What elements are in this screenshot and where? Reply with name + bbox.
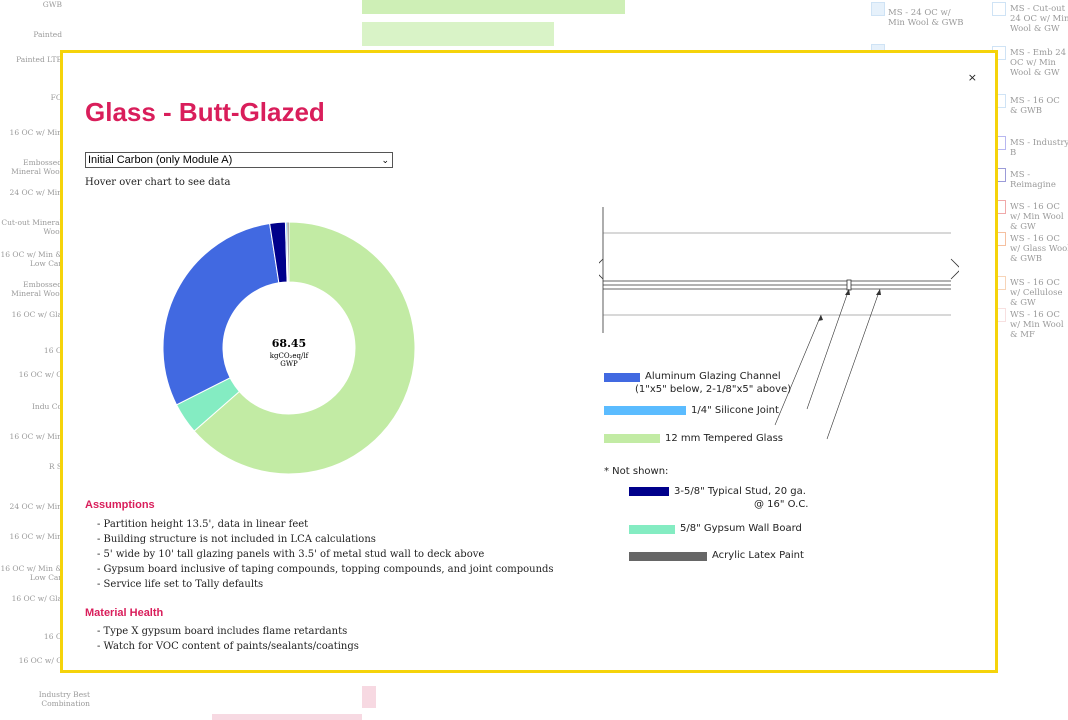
bg-row-label: 16 O — [43, 632, 62, 641]
bg-row-label: 16 OC w/ Gla — [11, 594, 62, 603]
bg-row-label: Embossed Mineral Wool — [11, 280, 62, 298]
impact-select-value: Initial Carbon (only Module A) — [88, 154, 233, 166]
assumptions-list: - Partition height 13.5', data in linear… — [97, 517, 554, 592]
bg-legend-label: MS - 24 OC w/ Min Wool & GWB — [888, 8, 964, 28]
bg-bar — [362, 0, 625, 14]
legend-label-stud-spacing: @ 16" O.C. — [754, 499, 809, 510]
bg-legend-swatch — [871, 2, 885, 16]
bg-bar — [362, 686, 376, 708]
bg-legend-label: WS - 16 OC w/ Min Wool & GW — [1010, 202, 1064, 232]
chart-hint: Hover over chart to see data — [85, 177, 231, 188]
bg-legend-label: MS - Cut-out 24 OC w/ Min Wool & GW — [1010, 4, 1068, 34]
bg-legend-swatch — [992, 2, 1006, 16]
glazing-section-drawing — [599, 207, 959, 440]
bg-row-label: 24 OC w/ Min — [9, 188, 62, 197]
bg-row-label: R S — [48, 462, 62, 471]
assumptions-heading: Assumptions — [85, 499, 155, 511]
bg-legend-label: MS - 16 OC & GWB — [1010, 96, 1060, 116]
legend-label-aluminum-detail: (1"x5" below, 2-1/8"x5" above) — [635, 384, 792, 395]
legend-swatch-gwb — [629, 525, 675, 534]
bg-legend-label: MS - Industry B — [1010, 138, 1068, 158]
bg-row-label: Painted LTE — [16, 55, 62, 64]
chart-total-value: 68.45 — [271, 337, 307, 350]
legend-swatch-glass — [604, 434, 660, 443]
bg-bar — [212, 714, 362, 720]
list-item: - Service life set to Tally defaults — [97, 579, 264, 590]
bg-bar — [362, 22, 554, 46]
legend-label-paint: Acrylic Latex Paint — [712, 550, 804, 561]
bg-row-label: Indu Co — [31, 402, 62, 411]
list-item: - Watch for VOC content of paints/sealan… — [97, 641, 359, 652]
bg-legend-label: MS - Reimagine — [1010, 170, 1056, 190]
bg-row-label: 16 O — [43, 346, 62, 355]
legend-swatch-silicone — [604, 406, 686, 415]
chart-metric-label: GWP — [280, 360, 298, 368]
bg-row-label: 16 OC w/ Gla — [11, 310, 62, 319]
list-item: - Partition height 13.5', data in linear… — [97, 519, 309, 530]
legend-label-glass: 12 mm Tempered Glass — [665, 433, 784, 444]
bg-legend-label: WS - 16 OC w/ Cellulose & GW — [1010, 278, 1063, 308]
list-item: - Gypsum board inclusive of taping compo… — [97, 564, 554, 575]
bg-row-label: 16 OC w/ Min & Low Car — [0, 250, 63, 268]
list-item: - Type X gypsum board includes flame ret… — [97, 626, 348, 637]
bg-row-label: 24 OC w/ Min — [9, 502, 62, 511]
bg-row-label: GWB — [42, 0, 62, 9]
material-health-list: - Type X gypsum board includes flame ret… — [97, 624, 359, 654]
bg-row-label: Embossed Mineral Wool — [11, 158, 62, 176]
legend-label-aluminum: Aluminum Glazing Channel — [645, 371, 781, 382]
legend-label-stud: 3-5/8" Typical Stud, 20 ga. — [674, 486, 806, 497]
bg-row-label: FO — [50, 93, 62, 102]
bg-row-label: 16 OC w/ Min — [9, 532, 62, 541]
not-shown-label: * Not shown: — [604, 466, 669, 477]
page-title: Glass - Butt-Glazed — [85, 97, 325, 127]
bg-row-label: 16 OC w/ Min — [9, 128, 62, 137]
chart-unit-label: kgCO₂eq/lf — [269, 352, 309, 360]
bg-row-label: Industry Best Combination — [38, 690, 90, 708]
legend-label-gwb: 5/8" Gypsum Wall Board — [680, 523, 802, 534]
bg-row-label: 16 OC w/ C — [18, 370, 62, 379]
bg-legend-label: MS - Emb 24 OC w/ Min Wool & GW — [1010, 48, 1067, 78]
impact-select[interactable]: Initial Carbon (only Module A) ⌄ — [85, 152, 393, 168]
bg-legend-label: WS - 16 OC w/ Min Wool & MF — [1010, 310, 1064, 340]
chevron-down-icon: ⌄ — [381, 155, 389, 165]
material-detail-modal: × Glass - Butt-Glazed Initial Carbon (on… — [60, 50, 998, 673]
legend-swatch-paint — [629, 552, 707, 561]
legend-label-silicone: 1/4" Silicone Joint — [691, 405, 779, 416]
legend-swatch-aluminum — [604, 373, 640, 382]
bg-row-label: 16 OC w/ C — [18, 656, 62, 665]
material-health-heading: Material Health — [85, 607, 164, 619]
bg-row-label: 16 OC w/ Min & Low Car — [0, 564, 63, 582]
list-item: - Building structure is not included in … — [97, 534, 376, 545]
bg-row-label: Cut-out Mineral Wool — [1, 218, 62, 236]
close-button[interactable]: × — [968, 71, 977, 84]
bg-row-label: Painted — [33, 30, 62, 39]
bg-legend-label: WS - 16 OC w/ Glass Wool & GWB — [1010, 234, 1068, 264]
legend-swatch-stud — [629, 487, 669, 496]
chart-total-unit: kgCO₂eq/lf GWP — [239, 352, 339, 368]
bg-row-label: 16 OC w/ Min — [9, 432, 62, 441]
donut-slice-2[interactable] — [162, 222, 280, 406]
list-item: - 5' wide by 10' tall glazing panels wit… — [97, 549, 485, 560]
